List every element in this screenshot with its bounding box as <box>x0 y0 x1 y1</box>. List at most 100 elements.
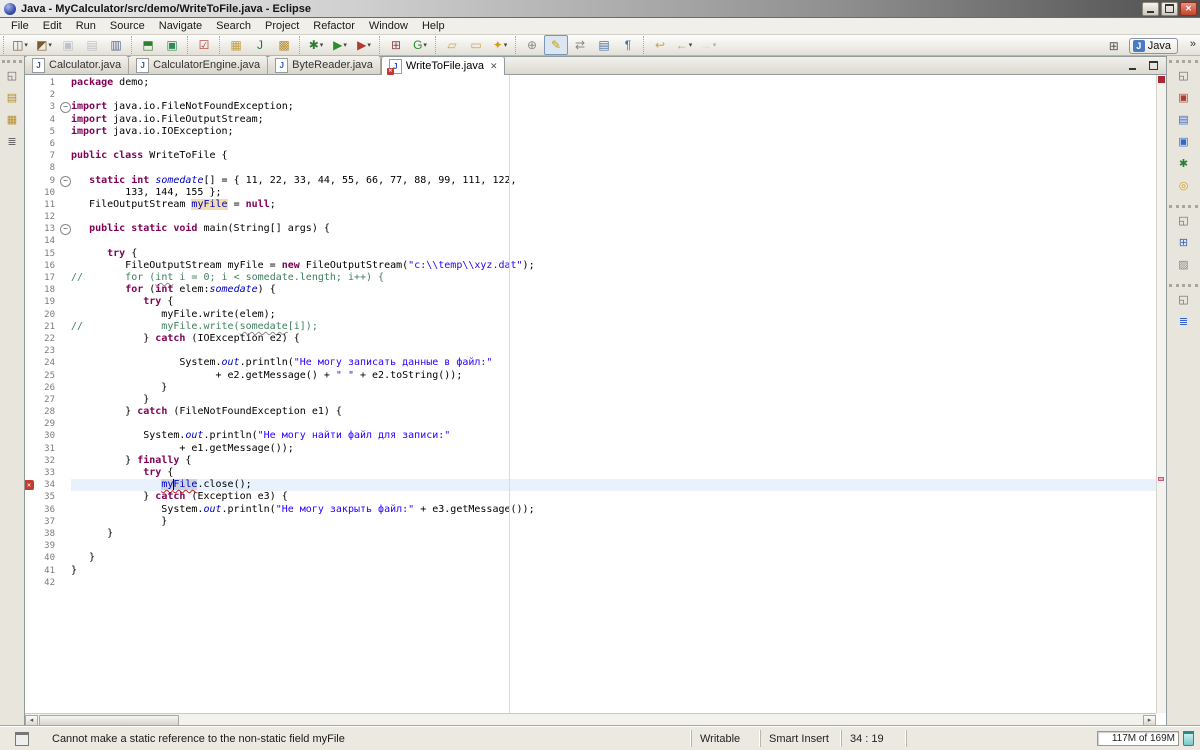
dropdown-arrow-icon[interactable]: ▾ <box>423 41 427 49</box>
scroll-left-arrow-icon[interactable]: ◂ <box>25 715 38 726</box>
code-text[interactable] <box>71 89 1156 101</box>
code-text[interactable]: public class WriteToFile { <box>71 150 1156 162</box>
code-text[interactable]: 133, 144, 155 }; <box>71 187 1156 199</box>
maximize-view-button[interactable] <box>1144 58 1162 74</box>
code-text[interactable]: package demo; <box>71 77 1156 89</box>
new-java-project-button[interactable]: ▦ <box>224 35 248 55</box>
code-text[interactable]: // myFile.write(somedate[i]); <box>71 321 1156 333</box>
problems-view-button[interactable]: ▣ <box>1173 87 1194 107</box>
fold-collapse-icon[interactable]: − <box>60 176 71 187</box>
debug-button[interactable]: ✱▾ <box>304 35 328 55</box>
code-text[interactable]: System.out.println("Не могу записать дан… <box>71 357 1156 369</box>
javadoc-view-button[interactable]: ▤ <box>1173 109 1194 129</box>
dropdown-arrow-icon[interactable]: ▾ <box>689 41 693 49</box>
pin-editor-button[interactable]: ⊕ <box>520 35 544 55</box>
coverage-button[interactable]: ⊞ <box>384 35 408 55</box>
new-wizard-button[interactable]: ◫▾ <box>8 35 32 55</box>
debug-view-button[interactable]: ✱ <box>1173 153 1194 173</box>
code-text[interactable]: } <box>71 394 1156 406</box>
editor-tab[interactable]: JByteReader.java <box>268 56 381 74</box>
menu-project[interactable]: Project <box>258 19 306 33</box>
error-marker-icon[interactable]: ✕ <box>25 480 34 490</box>
code-text[interactable]: // for (int i = 0; i < somedate.length; … <box>71 272 1156 284</box>
menu-search[interactable]: Search <box>209 19 258 33</box>
code-text[interactable]: try { <box>71 248 1156 260</box>
package-explorer-button[interactable]: ▤ <box>2 87 23 107</box>
code-text[interactable]: public static void main(String[] args) { <box>71 223 1156 235</box>
fold-collapse-icon[interactable]: − <box>60 224 71 235</box>
code-text[interactable] <box>71 345 1156 357</box>
perspective-java-button[interactable]: JJava <box>1129 38 1178 54</box>
garbage-collect-button[interactable] <box>1183 731 1194 746</box>
code-text[interactable]: try { <box>71 467 1156 479</box>
code-text[interactable] <box>71 540 1156 552</box>
scroll-right-arrow-icon[interactable]: ▸ <box>1143 715 1156 726</box>
outline-view-button[interactable]: ≣ <box>1173 311 1194 331</box>
link-with-editor-button[interactable]: ⇄ <box>568 35 592 55</box>
restore-views-button[interactable]: ◱ <box>2 65 23 85</box>
code-text[interactable]: } finally { <box>71 455 1156 467</box>
code-text[interactable]: for (int elem:somedate) { <box>71 284 1156 296</box>
show-whitespace-button[interactable]: ¶ <box>616 35 640 55</box>
search-button[interactable]: ✦▾ <box>488 35 512 55</box>
task-checkbox-button[interactable]: ☑ <box>192 35 216 55</box>
menu-edit[interactable]: Edit <box>36 19 69 33</box>
mark-occurrences-button[interactable]: ✎ <box>544 35 568 55</box>
fast-view-button[interactable] <box>0 730 44 747</box>
dropdown-arrow-icon[interactable]: ▾ <box>48 41 52 49</box>
dropdown-arrow-icon[interactable]: ▾ <box>320 41 324 49</box>
console-view-button[interactable]: ▣ <box>1173 131 1194 151</box>
code-text[interactable]: import java.io.FileOutputStream; <box>71 114 1156 126</box>
open-resource-button[interactable]: ▭ <box>464 35 488 55</box>
restore-views-button[interactable]: ◱ <box>1173 210 1194 230</box>
open-type-button[interactable]: ▱ <box>440 35 464 55</box>
code-text[interactable]: System.out.println("Не могу найти файл д… <box>71 430 1156 442</box>
overview-ruler[interactable] <box>1156 75 1166 713</box>
editor-tab[interactable]: JCalculatorEngine.java <box>129 56 268 74</box>
run-button[interactable]: ▶▾ <box>328 35 352 55</box>
code-text[interactable]: FileOutputStream myFile = null; <box>71 199 1156 211</box>
code-text[interactable] <box>71 138 1156 150</box>
navigator-button[interactable]: ▦ <box>2 109 23 129</box>
editor-tab[interactable]: J✕WriteToFile.java✕ <box>381 56 506 75</box>
dropdown-arrow-icon[interactable]: ▾ <box>343 41 347 49</box>
code-text[interactable]: } catch (Exception e3) { <box>71 491 1156 503</box>
overview-error-marker[interactable] <box>1158 477 1164 481</box>
menu-refactor[interactable]: Refactor <box>306 19 362 33</box>
import-button[interactable]: ⬒ <box>136 35 160 55</box>
search-view-button[interactable]: ◎ <box>1173 175 1194 195</box>
code-text[interactable]: myFile.close(); <box>71 479 1156 491</box>
restore-views-button[interactable]: ◱ <box>1173 289 1194 309</box>
back-button[interactable]: ←▾ <box>672 35 696 55</box>
code-text[interactable]: import java.io.FileNotFoundException; <box>71 101 1156 113</box>
code-text[interactable]: static int somedate[] = { 11, 22, 33, 44… <box>71 175 1156 187</box>
menu-help[interactable]: Help <box>415 19 452 33</box>
code-text[interactable]: } <box>71 528 1156 540</box>
run-last-button[interactable]: ▶▾ <box>352 35 376 55</box>
code-text[interactable]: FileOutputStream myFile = new FileOutput… <box>71 260 1156 272</box>
code-text[interactable]: } <box>71 382 1156 394</box>
dropdown-arrow-icon[interactable]: ▾ <box>367 41 371 49</box>
close-button[interactable]: ✕ <box>1180 2 1197 16</box>
new-package-button[interactable]: ▩ <box>272 35 296 55</box>
hierarchy-button[interactable]: ≣ <box>2 131 23 151</box>
dropdown-arrow-icon[interactable]: ▾ <box>504 41 508 49</box>
new-java-element-button[interactable]: ◩▾ <box>32 35 56 55</box>
menu-run[interactable]: Run <box>69 19 103 33</box>
new-class-button[interactable]: J <box>248 35 272 55</box>
code-text[interactable] <box>71 577 1156 589</box>
code-text[interactable]: System.out.println("Не могу закрыть файл… <box>71 504 1156 516</box>
code-text[interactable]: } <box>71 552 1156 564</box>
toolbar-overflow-chevron[interactable]: » <box>1190 38 1196 50</box>
menu-window[interactable]: Window <box>362 19 415 33</box>
menu-file[interactable]: File <box>4 19 36 33</box>
external-tools-button[interactable]: G▾ <box>408 35 432 55</box>
overview-error-indicator[interactable] <box>1158 76 1165 83</box>
show-annotations-button[interactable]: ▤ <box>592 35 616 55</box>
restore-views-button[interactable]: ◱ <box>1173 65 1194 85</box>
code-text[interactable]: } catch (IOException e2) { <box>71 333 1156 345</box>
code-text[interactable]: try { <box>71 296 1156 308</box>
restore-button[interactable] <box>1161 2 1178 16</box>
last-edit-location-button[interactable]: ↩ <box>648 35 672 55</box>
tab-close-icon[interactable]: ✕ <box>490 61 498 72</box>
